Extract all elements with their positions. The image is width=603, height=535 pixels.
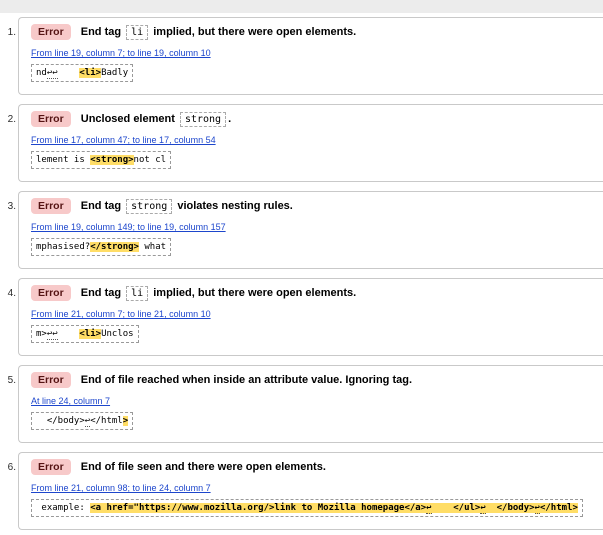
error-number: 5. bbox=[2, 375, 16, 386]
error-number: 1. bbox=[2, 27, 16, 38]
error-message-text: Unclosed element strong. bbox=[81, 113, 231, 125]
message-code-chip: li bbox=[126, 286, 148, 301]
error-location-row: From line 19, column 7; to line 19, colu… bbox=[31, 46, 601, 59]
code-extract: nd↩↩ <li>Badly bbox=[31, 64, 133, 82]
error-message: Error End of file reached when inside an… bbox=[31, 372, 601, 389]
error-item: 5. Error End of file reached when inside… bbox=[18, 365, 603, 443]
error-message-text: End of file reached when inside an attri… bbox=[81, 374, 412, 386]
error-badge: Error bbox=[31, 459, 71, 475]
error-item: 1. Error End tag li implied, but there w… bbox=[18, 17, 603, 95]
code-extract: m>↩↩ <li>Unclos bbox=[31, 325, 139, 343]
plain-code: m> bbox=[36, 329, 47, 339]
highlighted-code: <li> bbox=[79, 329, 101, 339]
plain-code: Unclos bbox=[101, 329, 134, 339]
location-link[interactable]: From line 21, column 7; to line 21, colu… bbox=[31, 309, 211, 319]
highlighted-code: > bbox=[123, 416, 128, 426]
highlighted-code: </ul> bbox=[432, 503, 481, 513]
plain-code: mphasised? bbox=[36, 242, 90, 252]
plain-code: </html bbox=[90, 416, 123, 426]
error-message-text: End tag li implied, but there were open … bbox=[81, 287, 356, 299]
highlighted-code: <strong> bbox=[90, 155, 133, 165]
error-location-row: From line 17, column 47; to line 17, col… bbox=[31, 133, 601, 146]
error-message: Error Unclosed element strong. bbox=[31, 111, 601, 128]
code-extract: </body>↩</html> bbox=[31, 412, 133, 430]
newline-glyph: ↩ bbox=[426, 503, 431, 514]
code-extract: lement is <strong>not cl bbox=[31, 151, 171, 169]
highlighted-code: </strong> bbox=[90, 242, 139, 252]
plain-code: not cl bbox=[134, 155, 167, 165]
plain-code: Badly bbox=[101, 68, 128, 78]
error-number: 4. bbox=[2, 288, 16, 299]
error-item: 6. Error End of file seen and there were… bbox=[18, 452, 603, 530]
error-item: 4. Error End tag li implied, but there w… bbox=[18, 278, 603, 356]
newline-glyph: ↩↩ bbox=[47, 68, 58, 79]
location-link[interactable]: From line 19, column 7; to line 19, colu… bbox=[31, 48, 211, 58]
message-code-chip: strong bbox=[126, 199, 172, 214]
plain-code: what bbox=[139, 242, 166, 252]
plain-code: example: bbox=[36, 503, 90, 513]
error-message: Error End tag li implied, but there were… bbox=[31, 24, 601, 41]
error-message: Error End tag strong violates nesting ru… bbox=[31, 198, 601, 215]
plain-code: lement is bbox=[36, 155, 90, 165]
error-badge: Error bbox=[31, 372, 71, 388]
location-link[interactable]: At line 24, column 7 bbox=[31, 396, 110, 406]
error-message-text: End tag strong violates nesting rules. bbox=[81, 200, 293, 212]
error-list: 1. Error End tag li implied, but there w… bbox=[0, 17, 603, 535]
error-location-row: At line 24, column 7 bbox=[31, 394, 601, 407]
error-badge: Error bbox=[31, 285, 71, 301]
highlighted-code: </html> bbox=[540, 503, 578, 513]
error-location-row: From line 21, column 7; to line 21, colu… bbox=[31, 307, 601, 320]
highlighted-code: <li> bbox=[79, 68, 101, 78]
highlighted-code: </body> bbox=[486, 503, 535, 513]
error-message: Error End tag li implied, but there were… bbox=[31, 285, 601, 302]
error-badge: Error bbox=[31, 111, 71, 127]
code-extract: mphasised?</strong> what bbox=[31, 238, 171, 256]
plain-code bbox=[58, 329, 80, 339]
newline-glyph: ↩ bbox=[480, 503, 485, 514]
message-code-chip: strong bbox=[180, 112, 226, 127]
error-message: Error End of file seen and there were op… bbox=[31, 459, 601, 476]
message-code-chip: li bbox=[126, 25, 148, 40]
results-panel: 1. Error End tag li implied, but there w… bbox=[0, 13, 603, 535]
plain-code: </body> bbox=[36, 416, 85, 426]
error-number: 3. bbox=[2, 201, 16, 212]
highlighted-code: <a href="https://www.mozilla.org/>link t… bbox=[90, 503, 426, 513]
location-link[interactable]: From line 17, column 47; to line 17, col… bbox=[31, 135, 216, 145]
error-location-row: From line 19, column 149; to line 19, co… bbox=[31, 220, 601, 233]
plain-code bbox=[58, 68, 80, 78]
error-item: 2. Error Unclosed element strong. From l… bbox=[18, 104, 603, 182]
plain-code: nd bbox=[36, 68, 47, 78]
location-link[interactable]: From line 19, column 149; to line 19, co… bbox=[31, 222, 226, 232]
location-link[interactable]: From line 21, column 98; to line 24, col… bbox=[31, 483, 211, 493]
error-message-text: End tag li implied, but there were open … bbox=[81, 26, 356, 38]
error-badge: Error bbox=[31, 198, 71, 214]
error-message-text: End of file seen and there were open ele… bbox=[81, 461, 326, 473]
error-badge: Error bbox=[31, 24, 71, 40]
error-item: 3. Error End tag strong violates nesting… bbox=[18, 191, 603, 269]
error-location-row: From line 21, column 98; to line 24, col… bbox=[31, 481, 601, 494]
error-number: 2. bbox=[2, 114, 16, 125]
code-extract: example: <a href="https://www.mozilla.or… bbox=[31, 499, 583, 517]
error-number: 6. bbox=[2, 462, 16, 473]
newline-glyph: ↩↩ bbox=[47, 329, 58, 340]
